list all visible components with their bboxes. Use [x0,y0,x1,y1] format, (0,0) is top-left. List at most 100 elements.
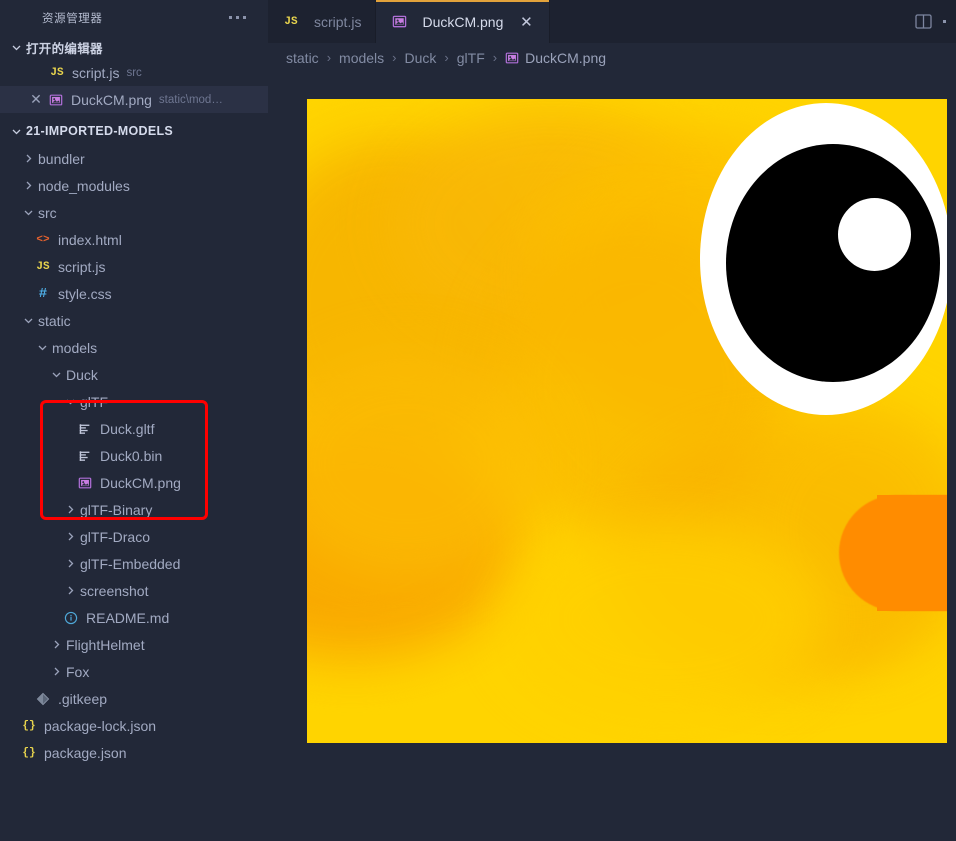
breadcrumb: static › models › Duck › glTF › DuckCM.png [268,43,956,72]
breadcrumb-separator: › [326,50,332,65]
chevron-right-icon [62,556,78,572]
editor-more-actions-button[interactable] [943,20,948,23]
tree-item-label: Duck [66,366,98,383]
chevron-right-icon [62,583,78,599]
tree-item-index-html[interactable]: <> index.html [0,226,268,253]
tree-item-readme-md[interactable]: README.md [0,604,268,631]
tree-item-label: bundler [38,150,85,167]
tree-item-flighthelmet[interactable]: FlightHelmet [0,631,268,658]
vscode-window: 资源管理器 打开的编辑器 JS script.js src ✕ DuckCM.p… [0,0,956,841]
tree-item-bundler[interactable]: bundler [0,145,268,172]
tree-item-package-lock-json[interactable]: {} package-lock.json [0,712,268,739]
duck-eye-pupil [726,144,940,382]
open-editors-section-header[interactable]: 打开的编辑器 [0,35,268,59]
tree-item-gltf-binary[interactable]: glTF-Binary [0,496,268,523]
ellipsis-icon [229,16,232,19]
breadcrumb-item-gltf[interactable]: glTF [455,50,487,66]
chevron-down-icon [20,205,36,221]
image-file-icon [390,13,408,31]
gltf-file-icon [76,447,94,465]
file-tree: bundler node_modules src <> index.html JS scri… [0,145,268,841]
chevron-right-icon [62,502,78,518]
editor-tab-bar: JS script.js DuckCM.png ✕ [268,0,956,43]
tree-item-label: FlightHelmet [66,636,145,653]
breadcrumb-item-models[interactable]: models [337,50,386,66]
tree-item-static[interactable]: static [0,307,268,334]
image-file-icon [47,91,65,109]
tree-item-duck0-bin[interactable]: Duck0.bin [0,442,268,469]
tree-item-label: screenshot [80,582,149,599]
json-file-icon: {} [22,746,36,759]
breadcrumb-separator: › [492,50,498,65]
tree-item-label: glTF-Draco [80,528,151,545]
tree-item-gitkeep[interactable]: .gitkeep [0,685,268,712]
tree-item-label: package.json [44,744,127,761]
explorer-title: 资源管理器 [42,12,103,25]
open-editor-label: DuckCM.png [71,91,152,108]
explorer-more-actions-button[interactable] [227,12,248,23]
tree-item-label: Duck.gltf [100,420,155,437]
image-file-icon [76,474,94,492]
project-root-header[interactable]: 21-IMPORTED-MODELS [0,117,268,145]
breadcrumb-item-duckcm-png[interactable]: DuckCM.png [503,50,608,66]
explorer-sidebar: 资源管理器 打开的编辑器 JS script.js src ✕ DuckCM.p… [0,0,268,841]
html-file-icon: <> [36,233,50,246]
open-editor-label: script.js [72,64,120,81]
chevron-down-icon [8,123,24,139]
tree-item-duck-gltf[interactable]: Duck.gltf [0,415,268,442]
tree-item-label: glTF-Binary [80,501,153,518]
tree-item-script-js[interactable]: JS script.js [0,253,268,280]
chevron-down-icon [62,394,78,410]
tree-item-models[interactable]: models [0,334,268,361]
tree-item-label: script.js [58,258,106,275]
tree-item-label: README.md [86,609,170,626]
split-editor-icon[interactable] [913,12,933,32]
info-file-icon [62,609,80,627]
tree-item-duckcm-png[interactable]: DuckCM.png [0,469,268,496]
breadcrumb-item-static[interactable]: static [284,50,321,66]
tree-item-label: .gitkeep [58,690,108,707]
tree-item-label: glTF [80,393,108,410]
texture-blob [507,519,827,719]
explorer-header: 资源管理器 [0,0,268,35]
close-icon[interactable]: ✕ [25,89,47,111]
open-editor-script-js[interactable]: JS script.js src [0,59,268,86]
close-icon[interactable]: ✕ [517,13,535,31]
editor-actions [913,0,956,43]
tree-item-gltf[interactable]: glTF [0,388,268,415]
tab-script-js[interactable]: JS script.js [268,0,377,43]
tree-item-label: DuckCM.png [100,474,181,491]
chevron-right-icon [48,637,64,653]
tree-item-gltf-embedded[interactable]: glTF-Embedded [0,550,268,577]
tree-item-node-modules[interactable]: node_modules [0,172,268,199]
tree-item-label: glTF-Embedded [80,555,181,572]
tree-item-label: index.html [58,231,122,248]
tree-item-src[interactable]: src [0,199,268,226]
git-file-icon [34,690,52,708]
chevron-right-icon [20,178,36,194]
tree-item-label: package-lock.json [44,717,157,734]
tree-item-duck[interactable]: Duck [0,361,268,388]
tree-item-screenshot[interactable]: screenshot [0,577,268,604]
duck-eye-highlight [838,198,911,271]
breadcrumb-item-duck[interactable]: Duck [403,50,439,66]
image-preview-canvas [268,72,956,841]
tab-duckcm-png[interactable]: DuckCM.png ✕ [376,0,551,43]
tree-item-package-json[interactable]: {} package.json [0,739,268,766]
tree-item-style-css[interactable]: # style.css [0,280,268,307]
css-file-icon: # [38,285,48,302]
open-editor-duckcm-png[interactable]: ✕ DuckCM.png static\mod… [0,86,268,113]
tree-item-label: models [52,339,98,356]
editor-area: JS script.js DuckCM.png ✕ static › model… [268,0,956,841]
breadcrumb-label: DuckCM.png [525,49,607,66]
tree-item-gltf-draco[interactable]: glTF-Draco [0,523,268,550]
gltf-file-icon [76,420,94,438]
tab-label: script.js [314,13,362,30]
breadcrumb-separator: › [392,50,397,65]
tree-item-label: style.css [58,285,112,302]
duck-texture-image [307,99,947,743]
chevron-right-icon [20,151,36,167]
tree-item-fox[interactable]: Fox [0,658,268,685]
open-editors-label: 打开的编辑器 [26,41,103,56]
chevron-right-icon [62,529,78,545]
